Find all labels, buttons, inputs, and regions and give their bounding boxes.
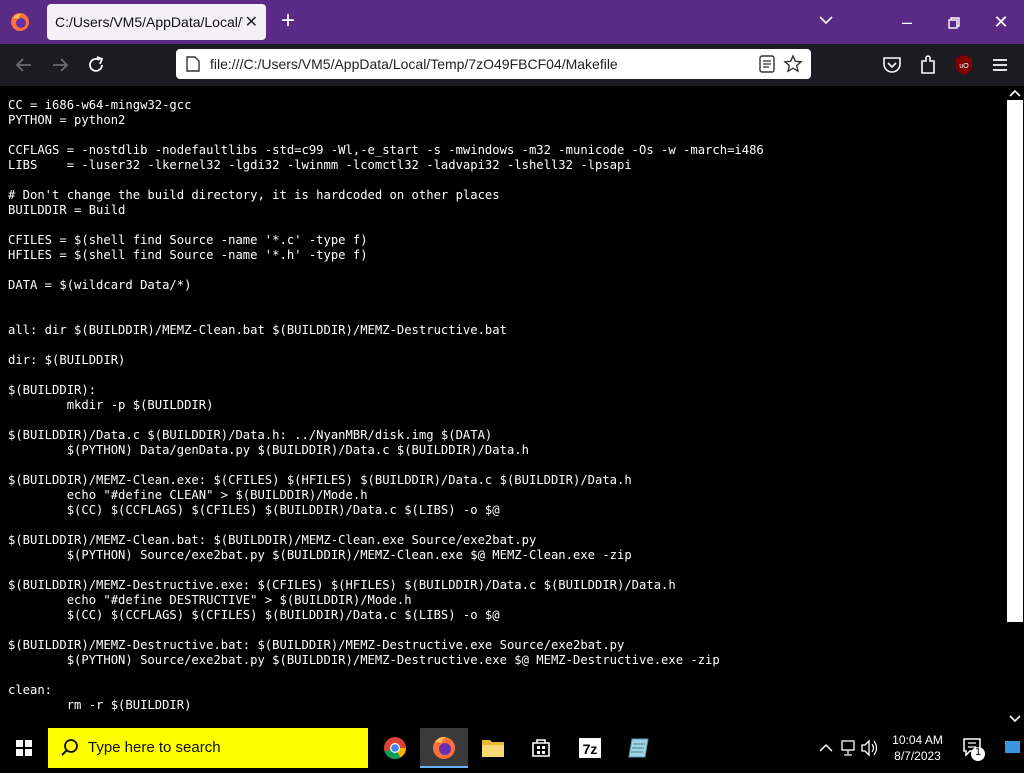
store-taskbar-icon[interactable]	[517, 728, 565, 768]
code-line: $(BUILDDIR)/Data.c $(BUILDDIR)/Data.h: .…	[8, 428, 493, 442]
code-line: LIBS = -luser32 -lkernel32 -lgdi32 -lwin…	[8, 158, 632, 172]
code-line: all: dir $(BUILDDIR)/MEMZ-Clean.bat $(BU…	[8, 323, 507, 337]
tray-icons	[819, 739, 878, 757]
show-hidden-icons-icon[interactable]	[819, 743, 833, 752]
code-line: $(PYTHON) Source/exe2bat.py $(BUILDDIR)/…	[8, 653, 720, 667]
code-line: PYTHON = python2	[8, 113, 126, 127]
system-tray	[812, 728, 880, 768]
firefox-icon	[433, 736, 455, 759]
notification-center-button[interactable]: 1	[958, 728, 998, 768]
extensions-icon[interactable]	[916, 53, 940, 77]
code-line: DATA = $(wildcard Data/*)	[8, 278, 192, 292]
code-line: mkdir -p $(BUILDDIR)	[8, 398, 214, 412]
search-icon	[61, 739, 78, 756]
windows-start-icon[interactable]	[0, 728, 48, 768]
close-tab-icon[interactable]: ✕	[245, 12, 258, 32]
forward-arrow-icon[interactable]	[48, 53, 72, 77]
volume-icon[interactable]	[861, 739, 878, 757]
list-all-tabs-icon[interactable]	[818, 12, 834, 28]
hamburger-menu-icon[interactable]	[988, 53, 1012, 77]
code-line: echo "#define DESTRUCTIVE" > $(BUILDDIR)…	[8, 593, 412, 607]
code-line: $(CC) $(CCFLAGS) $(CFILES) $(BUILDDIR)/D…	[8, 503, 500, 517]
code-line: rm -r $(BUILDDIR)	[8, 698, 192, 712]
code-line: dir: $(BUILDDIR)	[8, 353, 126, 367]
url-text: file:///C:/Users/VM5/AppData/Local/Temp/…	[210, 56, 618, 72]
code-line: # Don't change the build directory, it i…	[8, 188, 500, 202]
page-icon	[186, 56, 200, 72]
clock-time: 10:04 AM	[892, 733, 943, 747]
code-line: $(BUILDDIR)/MEMZ-Destructive.exe: $(CFIL…	[8, 578, 676, 592]
7zip-icon: 7z	[579, 738, 601, 758]
code-line: clean:	[8, 683, 53, 697]
ublock-origin-icon[interactable]: uO	[952, 53, 976, 77]
tab-bar: C:/Users/VM5/AppData/Local/Temp/7zO49FBC…	[0, 0, 1024, 44]
vertical-scrollbar[interactable]	[1006, 86, 1024, 728]
taskbar-search-box[interactable]: Type here to search	[48, 728, 368, 768]
scroll-up-arrow-icon[interactable]	[1008, 88, 1022, 98]
back-arrow-icon[interactable]	[12, 53, 36, 77]
scrollbar-thumb[interactable]	[1007, 100, 1023, 622]
search-placeholder: Type here to search	[88, 739, 221, 756]
window-controls: – ✕	[884, 0, 1024, 44]
chrome-taskbar-icon[interactable]	[371, 728, 419, 768]
address-bar[interactable]: file:///C:/Users/VM5/AppData/Local/Temp/…	[176, 49, 811, 79]
clock-date: 8/7/2023	[894, 749, 941, 763]
tab-makefile[interactable]: C:/Users/VM5/AppData/Local/Temp/7zO49FBC…	[47, 4, 266, 40]
minimize-button[interactable]: –	[884, 0, 930, 44]
code-line: $(PYTHON) Data/genData.py $(BUILDDIR)/Da…	[8, 443, 529, 457]
7zip-taskbar-icon[interactable]: 7z	[566, 728, 614, 768]
svg-text:7z: 7z	[583, 741, 598, 757]
code-line: $(PYTHON) Source/exe2bat.py $(BUILDDIR)/…	[8, 548, 632, 562]
tab-title: C:/Users/VM5/AppData/Local/Temp/7zO49FBC…	[55, 14, 243, 30]
code-line: BUILDDIR = Build	[8, 203, 126, 217]
code-line: $(BUILDDIR)/MEMZ-Clean.bat: $(BUILDDIR)/…	[8, 533, 537, 547]
taskbar: Type here to search 7z 10:04 AM 8/7/2023…	[0, 728, 1024, 768]
folder-icon	[482, 740, 504, 757]
makefile-text: CC = i686-w64-mingw32-gcc PYTHON = pytho…	[0, 86, 1006, 713]
file-explorer-taskbar-icon[interactable]	[469, 728, 517, 768]
taskbar-clock[interactable]: 10:04 AM 8/7/2023	[880, 732, 955, 764]
reader-view-icon[interactable]	[759, 55, 775, 73]
close-window-button[interactable]: ✕	[978, 0, 1024, 44]
notification-count-badge: 1	[974, 746, 982, 758]
bookmark-star-icon[interactable]	[783, 54, 803, 74]
code-line: CCFLAGS = -nostdlib -nodefaultlibs -std=…	[8, 143, 764, 157]
code-line: $(CC) $(CCFLAGS) $(CFILES) $(BUILDDIR)/D…	[8, 608, 500, 622]
restore-icon	[948, 17, 960, 29]
chrome-icon	[384, 737, 406, 760]
firefox-menu-icon[interactable]	[10, 12, 30, 32]
notepad-taskbar-icon[interactable]	[615, 728, 663, 768]
code-line: $(BUILDDIR):	[8, 383, 97, 397]
reload-icon[interactable]	[84, 53, 108, 77]
pocket-icon[interactable]	[880, 53, 904, 77]
network-icon[interactable]	[841, 740, 855, 756]
svg-text:uO: uO	[959, 63, 969, 70]
scroll-down-arrow-icon[interactable]	[1008, 714, 1022, 724]
notepad-icon	[628, 738, 649, 758]
code-line: CFILES = $(shell find Source -name '*.c'…	[8, 233, 368, 247]
document-viewport[interactable]: CC = i686-w64-mingw32-gcc PYTHON = pytho…	[0, 86, 1006, 728]
new-tab-button[interactable]: +	[281, 9, 295, 33]
code-line: HFILES = $(shell find Source -name '*.h'…	[8, 248, 368, 262]
code-line: echo "#define CLEAN" > $(BUILDDIR)/Mode.…	[8, 488, 368, 502]
code-line: CC = i686-w64-mingw32-gcc	[8, 98, 192, 112]
desktop-icon	[1005, 741, 1020, 753]
code-line: $(BUILDDIR)/MEMZ-Destructive.bat: $(BUIL…	[8, 638, 625, 652]
code-line: $(BUILDDIR)/MEMZ-Clean.exe: $(CFILES) $(…	[8, 473, 632, 487]
firefox-taskbar-icon[interactable]	[420, 728, 468, 768]
navigation-toolbar: file:///C:/Users/VM5/AppData/Local/Temp/…	[0, 44, 1024, 86]
show-desktop-button[interactable]	[1000, 728, 1024, 768]
restore-button[interactable]	[931, 0, 977, 44]
store-bag-icon	[532, 739, 550, 757]
